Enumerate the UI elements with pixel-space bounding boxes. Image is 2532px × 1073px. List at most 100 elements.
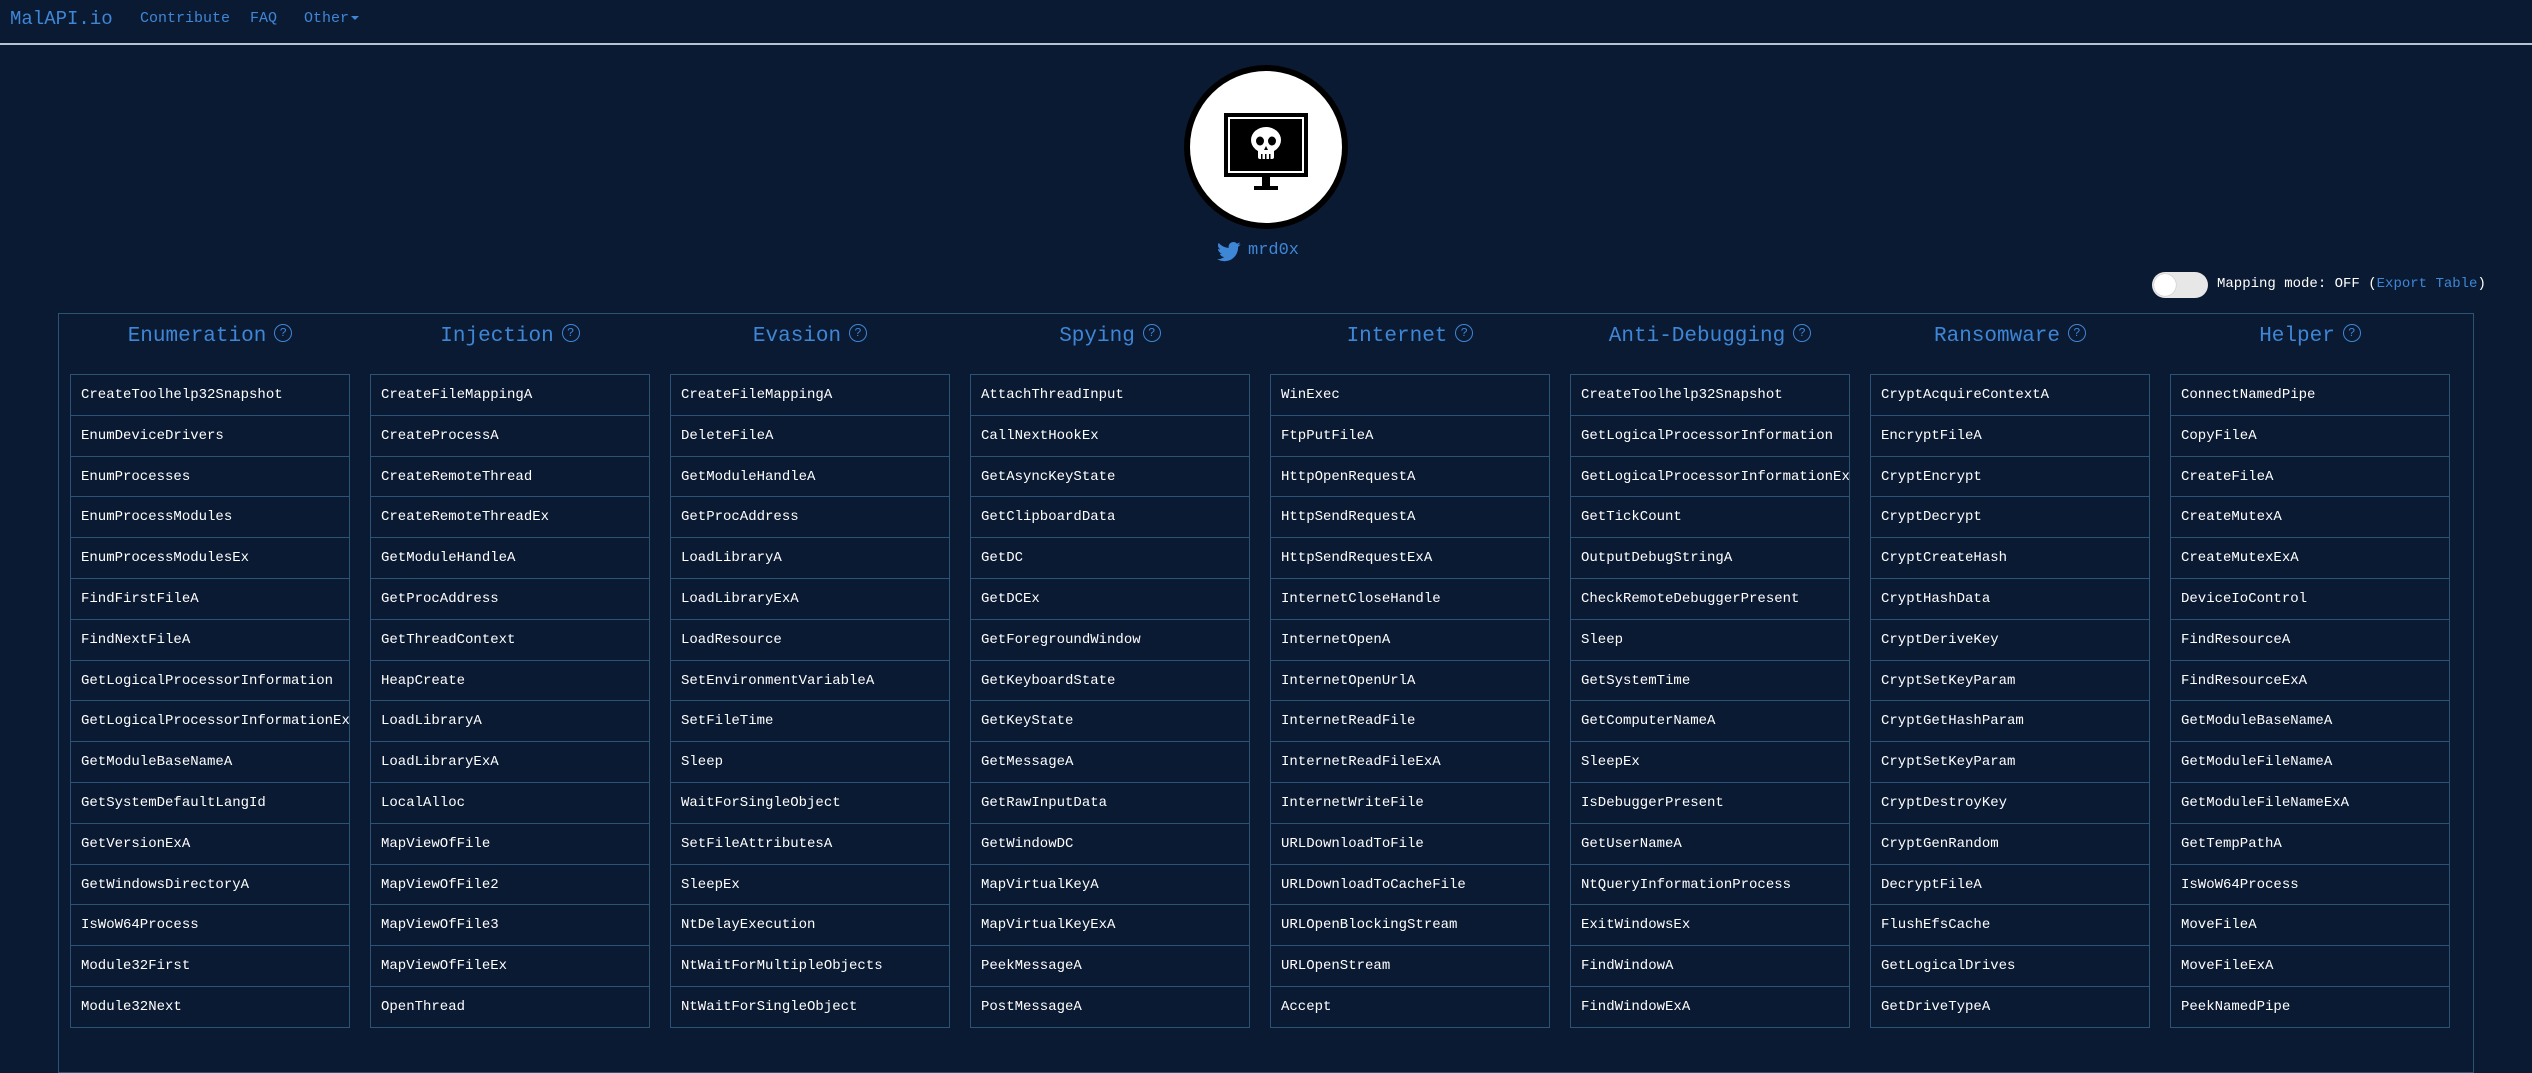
api-item[interactable]: CreateRemoteThread xyxy=(371,457,649,498)
api-item[interactable]: GetModuleFileNameExA xyxy=(2171,783,2449,824)
api-item[interactable]: EnumProcesses xyxy=(71,457,349,498)
api-item[interactable]: ExitWindowsEx xyxy=(1571,905,1849,947)
api-item[interactable]: FtpPutFileA xyxy=(1271,416,1549,457)
api-item[interactable]: MapVirtualKeyExA xyxy=(971,905,1249,947)
api-item[interactable]: CheckRemoteDebuggerPresent xyxy=(1571,579,1849,620)
api-item[interactable]: CryptGetHashParam xyxy=(1871,701,2149,743)
api-item[interactable]: URLDownloadToCacheFile xyxy=(1271,865,1549,906)
api-item[interactable]: CopyFileA xyxy=(2171,416,2449,457)
api-item[interactable]: HttpOpenRequestA xyxy=(1271,457,1549,498)
api-item[interactable]: InternetReadFileExA xyxy=(1271,742,1549,783)
nav-contribute-link[interactable]: Contribute xyxy=(140,10,230,27)
api-item[interactable]: CreateMutexExA xyxy=(2171,538,2449,579)
api-item[interactable]: PostMessageA xyxy=(971,987,1249,1028)
api-item[interactable]: GetModuleHandleA xyxy=(371,538,649,579)
api-item[interactable]: GetModuleHandleA xyxy=(671,457,949,498)
api-item[interactable]: GetComputerNameA xyxy=(1571,701,1849,743)
help-icon[interactable]: ? xyxy=(1793,324,1812,343)
api-item[interactable]: CreateProcessA xyxy=(371,416,649,457)
api-item[interactable]: GetDC xyxy=(971,538,1249,579)
api-item[interactable]: GetTickCount xyxy=(1571,497,1849,539)
nav-faq-link[interactable]: FAQ xyxy=(250,10,277,27)
api-item[interactable]: MapViewOfFile2 xyxy=(371,865,649,906)
api-item[interactable]: LoadResource xyxy=(671,620,949,661)
api-item[interactable]: CryptHashData xyxy=(1871,579,2149,620)
api-item[interactable]: LoadLibraryExA xyxy=(671,579,949,620)
api-item[interactable]: GetLogicalDrives xyxy=(1871,946,2149,987)
api-item[interactable]: GetSystemDefaultLangId xyxy=(71,783,349,824)
help-icon[interactable]: ? xyxy=(274,324,293,343)
api-item[interactable]: OutputDebugStringA xyxy=(1571,538,1849,579)
api-item[interactable]: GetLogicalProcessorInformation xyxy=(71,661,349,702)
api-item[interactable]: GetProcAddress xyxy=(371,579,649,620)
api-item[interactable]: CallNextHookEx xyxy=(971,416,1249,457)
api-item[interactable]: InternetWriteFile xyxy=(1271,783,1549,824)
api-item[interactable]: GetLogicalProcessorInformationEx xyxy=(1571,457,1849,498)
api-item[interactable]: CryptDeriveKey xyxy=(1871,620,2149,661)
api-item[interactable]: NtQueryInformationProcess xyxy=(1571,865,1849,906)
api-item[interactable]: WaitForSingleObject xyxy=(671,783,949,824)
api-item[interactable]: SetFileTime xyxy=(671,701,949,743)
api-item[interactable]: GetModuleFileNameA xyxy=(2171,742,2449,783)
api-item[interactable]: EnumProcessModules xyxy=(71,497,349,539)
api-item[interactable]: GetTempPathA xyxy=(2171,824,2449,865)
api-item[interactable]: Sleep xyxy=(1571,620,1849,661)
api-item[interactable]: IsWoW64Process xyxy=(2171,865,2449,906)
api-item[interactable]: IsWoW64Process xyxy=(71,905,349,947)
brand-link[interactable]: MalAPI.io xyxy=(10,8,113,30)
api-item[interactable]: SetEnvironmentVariableA xyxy=(671,661,949,702)
api-item[interactable]: CryptSetKeyParam xyxy=(1871,661,2149,702)
api-item[interactable]: LocalAlloc xyxy=(371,783,649,824)
api-item[interactable]: GetForegroundWindow xyxy=(971,620,1249,661)
api-item[interactable]: URLOpenStream xyxy=(1271,946,1549,987)
api-item[interactable]: MapViewOfFile3 xyxy=(371,905,649,947)
api-item[interactable]: WinExec xyxy=(1271,375,1549,416)
api-item[interactable]: GetModuleBaseNameA xyxy=(71,742,349,783)
api-item[interactable]: CryptCreateHash xyxy=(1871,538,2149,579)
api-item[interactable]: HttpSendRequestExA xyxy=(1271,538,1549,579)
api-item[interactable]: Module32Next xyxy=(71,987,349,1028)
api-item[interactable]: IsDebuggerPresent xyxy=(1571,783,1849,824)
api-item[interactable]: CreateToolhelp32Snapshot xyxy=(71,375,349,416)
api-item[interactable]: FindNextFileA xyxy=(71,620,349,661)
api-item[interactable]: EnumProcessModulesEx xyxy=(71,538,349,579)
api-item[interactable]: SetFileAttributesA xyxy=(671,824,949,865)
api-item[interactable]: FindResourceExA xyxy=(2171,661,2449,702)
api-item[interactable]: CreateToolhelp32Snapshot xyxy=(1571,375,1849,416)
api-item[interactable]: HttpSendRequestA xyxy=(1271,497,1549,539)
api-item[interactable]: FindResourceA xyxy=(2171,620,2449,661)
api-item[interactable]: InternetOpenA xyxy=(1271,620,1549,661)
api-item[interactable]: SleepEx xyxy=(671,865,949,906)
help-icon[interactable]: ? xyxy=(2068,324,2087,343)
api-item[interactable]: GetKeyboardState xyxy=(971,661,1249,702)
api-item[interactable]: GetLogicalProcessorInformationEx xyxy=(71,701,349,743)
help-icon[interactable]: ? xyxy=(561,324,580,343)
api-item[interactable]: EnumDeviceDrivers xyxy=(71,416,349,457)
export-table-link[interactable]: Export Table xyxy=(2377,276,2478,292)
api-item[interactable]: URLDownloadToFile xyxy=(1271,824,1549,865)
api-item[interactable]: Accept xyxy=(1271,987,1549,1028)
api-item[interactable]: Sleep xyxy=(671,742,949,783)
api-item[interactable]: GetWindowDC xyxy=(971,824,1249,865)
api-item[interactable]: GetMessageA xyxy=(971,742,1249,783)
api-item[interactable]: SleepEx xyxy=(1571,742,1849,783)
api-item[interactable]: MapViewOfFile xyxy=(371,824,649,865)
api-item[interactable]: MoveFileExA xyxy=(2171,946,2449,987)
api-item[interactable]: ConnectNamedPipe xyxy=(2171,375,2449,416)
api-item[interactable]: GetThreadContext xyxy=(371,620,649,661)
api-item[interactable]: GetVersionExA xyxy=(71,824,349,865)
api-item[interactable]: InternetCloseHandle xyxy=(1271,579,1549,620)
api-item[interactable]: LoadLibraryExA xyxy=(371,742,649,783)
api-item[interactable]: CryptAcquireContextA xyxy=(1871,375,2149,416)
api-item[interactable]: OpenThread xyxy=(371,987,649,1028)
api-item[interactable]: FlushEfsCache xyxy=(1871,905,2149,947)
api-item[interactable]: DeviceIoControl xyxy=(2171,579,2449,620)
api-item[interactable]: NtWaitForMultipleObjects xyxy=(671,946,949,987)
api-item[interactable]: CryptSetKeyParam xyxy=(1871,742,2149,783)
api-item[interactable]: GetKeyState xyxy=(971,701,1249,743)
api-item[interactable]: CryptGenRandom xyxy=(1871,824,2149,865)
api-item[interactable]: PeekNamedPipe xyxy=(2171,987,2449,1028)
api-item[interactable]: HeapCreate xyxy=(371,661,649,702)
api-item[interactable]: CreateFileMappingA xyxy=(371,375,649,416)
api-item[interactable]: GetDriveTypeA xyxy=(1871,987,2149,1028)
